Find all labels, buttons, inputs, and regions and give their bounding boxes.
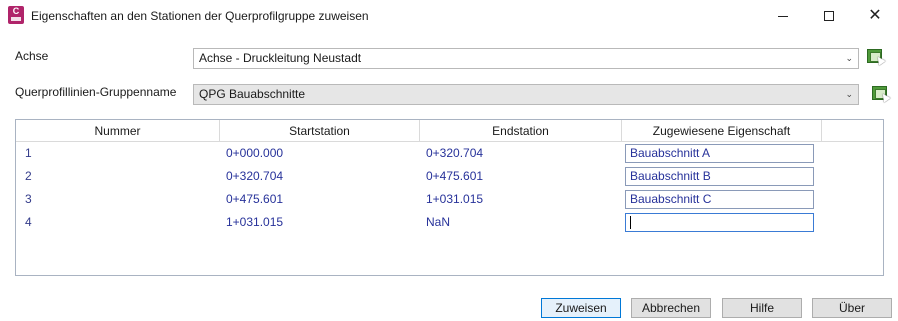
cell-startstation: 0+320.704 (226, 169, 284, 183)
chevron-down-icon: ⌄ (845, 89, 853, 99)
title-bar: C Eigenschaften an den Stationen der Que… (0, 0, 898, 32)
close-button[interactable]: ✕ (852, 0, 898, 32)
cell-nummer: 1 (25, 146, 32, 160)
hilfe-button[interactable]: Hilfe (722, 298, 802, 318)
zuweisen-button[interactable]: Zuweisen (541, 298, 621, 318)
cell-startstation: 0+000.000 (226, 146, 284, 160)
window-title: Eigenschaften an den Stationen der Querp… (31, 9, 369, 23)
cell-endstation: 1+031.015 (426, 192, 484, 206)
cell-endstation: 0+475.601 (426, 169, 484, 183)
eigenschaft-input-active[interactable] (625, 213, 814, 232)
cell-endstation: NaN (426, 215, 451, 229)
achse-label: Achse (15, 49, 49, 63)
column-header-endstation[interactable]: Endstation (420, 120, 622, 142)
eigenschaft-input[interactable]: Bauabschnitt A (625, 144, 814, 163)
close-icon: ✕ (868, 7, 882, 24)
gruppenname-dropdown[interactable]: QPG Bauabschnitte ⌄ (193, 84, 859, 105)
app-icon: C (8, 6, 24, 24)
table-row[interactable]: 3 0+475.601 1+031.015 Bauabschnitt C (16, 188, 883, 211)
column-header-startstation[interactable]: Startstation (220, 120, 420, 142)
cell-startstation: 0+475.601 (226, 192, 284, 206)
achse-dropdown[interactable]: Achse - Druckleitung Neustadt ⌄ (193, 48, 859, 69)
minimize-icon (778, 15, 788, 17)
column-header-eigenschaft[interactable]: Zugewiesene Eigenschaft (622, 120, 822, 142)
table-row[interactable]: 2 0+320.704 0+475.601 Bauabschnitt B (16, 165, 883, 188)
pick-achse-button[interactable] (866, 47, 886, 67)
cell-startstation: 1+031.015 (226, 215, 284, 229)
text-caret (630, 216, 631, 230)
gruppenname-value: QPG Bauabschnitte (199, 87, 306, 101)
cell-nummer: 4 (25, 215, 32, 229)
achse-value: Achse - Druckleitung Neustadt (199, 51, 362, 65)
abbrechen-button[interactable]: Abbrechen (631, 298, 711, 318)
maximize-button[interactable] (806, 0, 852, 32)
eigenschaft-input[interactable]: Bauabschnitt B (625, 167, 814, 186)
column-header-nummer[interactable]: Nummer (16, 120, 220, 142)
cell-nummer: 2 (25, 169, 32, 183)
cell-endstation: 0+320.704 (426, 146, 484, 160)
minimize-button[interactable] (760, 0, 806, 32)
gruppenname-label: Querprofillinien-Gruppenname (15, 85, 177, 99)
table-header: Nummer Startstation Endstation Zugewiese… (16, 120, 883, 142)
pick-gruppe-button[interactable] (871, 84, 891, 104)
ueber-button[interactable]: Über (812, 298, 892, 318)
maximize-icon (824, 11, 834, 21)
app-icon-letter: C (12, 6, 20, 16)
table-row[interactable]: 4 1+031.015 NaN (16, 211, 883, 234)
station-table: Nummer Startstation Endstation Zugewiese… (15, 119, 884, 276)
chevron-down-icon: ⌄ (845, 53, 853, 63)
table-row[interactable]: 1 0+000.000 0+320.704 Bauabschnitt A (16, 142, 883, 165)
eigenschaft-input[interactable]: Bauabschnitt C (625, 190, 814, 209)
cell-nummer: 3 (25, 192, 32, 206)
